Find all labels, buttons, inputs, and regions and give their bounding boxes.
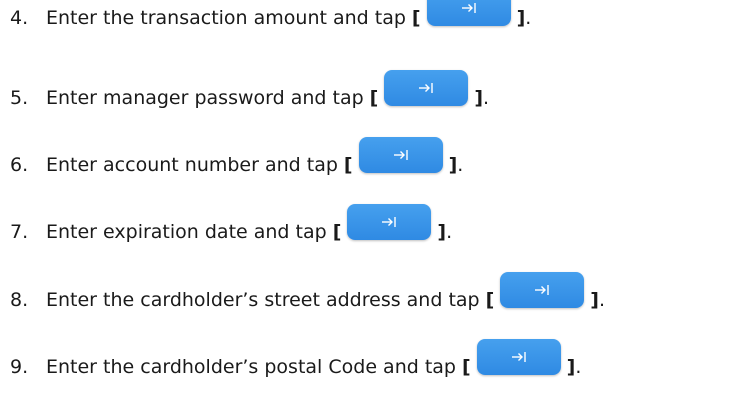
tab-arrow-icon — [461, 3, 476, 13]
bracket-close: ] — [437, 221, 447, 243]
step-end: . — [525, 7, 532, 29]
bracket-close: ] — [474, 87, 484, 109]
tab-arrow-icon — [511, 352, 526, 362]
bracket-open: [ — [343, 154, 353, 176]
step-text: Enter the cardholder’s street address an… — [46, 289, 480, 311]
step-text: Enter account number and tap — [46, 154, 338, 176]
tab-arrow-icon — [382, 217, 397, 227]
step-5: 5. Enter manager password and tap [ ] . — [0, 70, 490, 118]
bracket-open: [ — [411, 7, 421, 29]
step-end: . — [483, 87, 490, 109]
step-text: Enter expiration date and tap — [46, 221, 327, 243]
step-6: 6. Enter account number and tap [ ] . — [0, 137, 464, 185]
step-number: 8. — [10, 289, 29, 311]
bracket-open: [ — [332, 221, 342, 243]
step-4: 4. Enter the transaction amount and tap … — [0, 0, 531, 38]
step-9: 9. Enter the cardholder’s postal Code an… — [0, 339, 582, 387]
enter-button[interactable] — [384, 70, 469, 106]
bracket-open: [ — [461, 356, 471, 378]
step-text: Enter the transaction amount and tap — [46, 7, 406, 29]
step-number: 5. — [10, 87, 29, 109]
step-text: Enter the cardholder’s postal Code and t… — [46, 356, 456, 378]
bracket-close: ] — [590, 289, 599, 311]
bracket-close: ] — [566, 356, 576, 378]
enter-button[interactable] — [476, 339, 561, 375]
bracket-open: [ — [485, 289, 495, 311]
step-8: 8. Enter the cardholder’s street address… — [0, 272, 606, 320]
step-text: Enter manager password and tap — [46, 87, 364, 109]
tab-arrow-icon — [393, 150, 408, 160]
enter-button[interactable] — [358, 137, 443, 173]
step-number: 6. — [10, 154, 29, 176]
step-7: 7. Enter expiration date and tap [ ] . — [0, 204, 453, 252]
step-end: . — [457, 154, 464, 176]
bracket-open: [ — [369, 87, 379, 109]
step-end: . — [575, 356, 582, 378]
step-end: . — [446, 221, 453, 243]
tab-arrow-icon — [535, 285, 549, 295]
step-number: 4. — [10, 7, 29, 29]
bracket-close: ] — [448, 154, 458, 176]
step-number: 9. — [10, 356, 29, 378]
bracket-close: ] — [516, 7, 526, 29]
enter-button[interactable] — [500, 272, 585, 308]
step-number: 7. — [10, 221, 29, 243]
enter-button[interactable] — [347, 204, 432, 240]
step-end: . — [598, 289, 606, 311]
tab-arrow-icon — [419, 83, 434, 93]
enter-button[interactable] — [426, 0, 511, 26]
